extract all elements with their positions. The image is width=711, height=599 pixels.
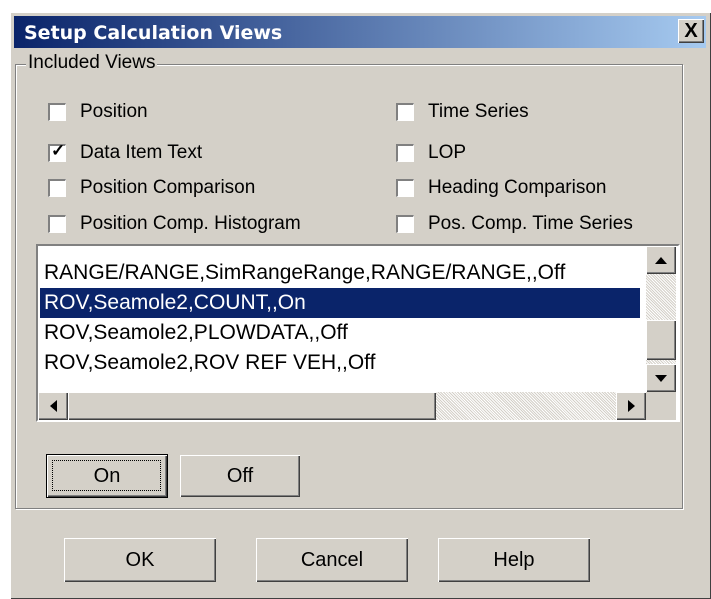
list-item-selected[interactable]: ROV,Seamole2,COUNT,,On bbox=[40, 288, 640, 318]
focus-ring bbox=[52, 460, 161, 491]
checkbox-lop[interactable]: LOP bbox=[396, 142, 466, 164]
window-title: Setup Calculation Views bbox=[24, 22, 283, 44]
checkbox-label: LOP bbox=[428, 142, 467, 163]
help-button[interactable]: Help bbox=[438, 538, 590, 582]
arrow-up-icon bbox=[655, 256, 667, 264]
checkbox-label: Data Item Text bbox=[80, 142, 203, 163]
ok-button-label: OK bbox=[125, 548, 155, 571]
cancel-button-label: Cancel bbox=[300, 548, 364, 571]
checkbox-time-series[interactable]: Time Series bbox=[396, 101, 529, 123]
close-button[interactable]: X bbox=[678, 19, 704, 43]
cancel-button[interactable]: Cancel bbox=[256, 538, 408, 582]
checkbox-label: Position bbox=[80, 101, 148, 122]
horizontal-scroll-thumb[interactable] bbox=[68, 392, 436, 420]
vertical-scroll-thumb[interactable] bbox=[646, 320, 676, 360]
scroll-left-button[interactable] bbox=[38, 392, 68, 420]
scrollbar-corner bbox=[646, 392, 676, 420]
on-button[interactable]: On bbox=[46, 454, 168, 498]
checkbox-label: Position Comp. Histogram bbox=[80, 213, 301, 234]
views-listbox[interactable]: RANGE/RANGE,SimRangeRange,RANGE/RANGE,,O… bbox=[36, 244, 680, 422]
vertical-scrollbar[interactable] bbox=[646, 246, 676, 392]
list-item[interactable]: RANGE/RANGE,SimRangeRange,RANGE/RANGE,,O… bbox=[40, 258, 565, 288]
arrow-left-icon bbox=[49, 400, 57, 412]
checkbox-box[interactable] bbox=[396, 179, 414, 197]
scroll-right-button[interactable] bbox=[616, 392, 646, 420]
ok-button[interactable]: OK bbox=[64, 538, 216, 582]
checkbox-label: Time Series bbox=[428, 101, 529, 122]
scroll-up-button[interactable] bbox=[646, 246, 676, 274]
checkbox-position-comp-histogram[interactable]: Position Comp. Histogram bbox=[48, 213, 301, 235]
checkbox-box[interactable]: ✓ bbox=[48, 141, 66, 162]
checkbox-box[interactable] bbox=[48, 215, 66, 233]
checkbox-label: Heading Comparison bbox=[428, 177, 607, 198]
checkbox-box[interactable] bbox=[396, 144, 414, 162]
off-button-label: Off bbox=[226, 464, 254, 487]
checkbox-pos-comp-time-series[interactable]: Pos. Comp. Time Series bbox=[396, 213, 633, 235]
checkbox-data-item-text[interactable]: ✓ Data Item Text bbox=[48, 141, 203, 164]
title-bar[interactable]: Setup Calculation Views X bbox=[14, 16, 706, 48]
checkbox-position[interactable]: Position bbox=[48, 101, 148, 123]
checkbox-label: Pos. Comp. Time Series bbox=[428, 213, 633, 234]
horizontal-scrollbar[interactable] bbox=[38, 392, 646, 420]
checkmark-icon: ✓ bbox=[51, 141, 66, 160]
checkbox-box[interactable] bbox=[396, 215, 414, 233]
checkbox-box[interactable] bbox=[48, 103, 66, 121]
checkbox-position-comparison[interactable]: Position Comparison bbox=[48, 177, 255, 199]
checkbox-heading-comparison[interactable]: Heading Comparison bbox=[396, 177, 607, 199]
list-item[interactable]: ROV,Seamole2,ROV REF VEH,,Off bbox=[40, 348, 375, 378]
arrow-down-icon bbox=[655, 374, 667, 382]
help-button-label: Help bbox=[493, 548, 535, 571]
checkbox-box[interactable] bbox=[48, 179, 66, 197]
list-item[interactable]: ROV,Seamole2,PLOWDATA,,Off bbox=[40, 318, 348, 348]
scroll-down-button[interactable] bbox=[646, 364, 676, 392]
checkbox-label: Position Comparison bbox=[80, 177, 256, 198]
checkbox-box[interactable] bbox=[396, 103, 414, 121]
arrow-right-icon bbox=[627, 400, 635, 412]
included-views-legend: Included Views bbox=[26, 52, 158, 74]
off-button[interactable]: Off bbox=[180, 455, 300, 497]
